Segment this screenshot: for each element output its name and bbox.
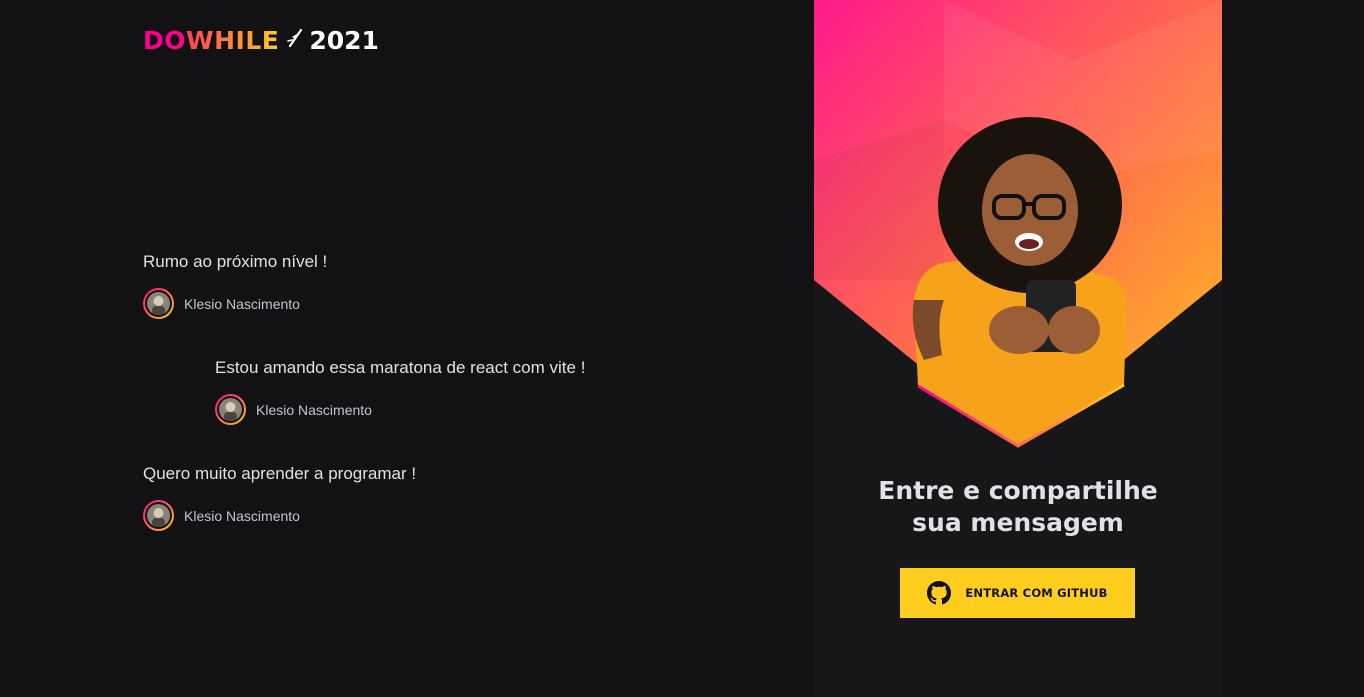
logo-year-text: 2021 [309,26,379,55]
message-content: Estou amando essa maratona de react com … [215,358,586,377]
github-button-label: ENTRAR COM GITHUB [965,586,1108,600]
user-name: Klesio Nascimento [184,507,300,524]
signin-github-button[interactable]: ENTRAR COM GITHUB [900,568,1135,618]
message-user: Klesio Nascimento [215,394,585,425]
hero-banner-image [814,0,1222,448]
signin-panel: Entre e compartilhe sua mensagem ENTRAR … [814,0,1222,697]
user-name: Klesio Nascimento [256,401,372,418]
user-avatar [215,394,246,425]
github-icon [927,581,952,605]
logo-while-text: WHILE [186,26,280,55]
message-list-section: DO WHILE 2021 Rumo ao próximo nível ! Kl… [0,0,814,697]
message-content: Rumo ao próximo nível ! [143,252,328,271]
message-user: Klesio Nascimento [143,288,327,319]
signin-title-line2: sua mensagem [912,508,1124,537]
message-item: Estou amando essa maratona de react com … [215,358,585,425]
user-name: Klesio Nascimento [184,295,300,312]
message-item: Rumo ao próximo nível ! Klesio Nasciment… [143,252,327,319]
avatar-image [219,398,242,421]
message-item: Quero muito aprender a programar ! Klesi… [143,464,416,531]
message-user: Klesio Nascimento [143,500,416,531]
signin-title: Entre e compartilhe sua mensagem [814,475,1222,539]
logo-do-text: DO [143,26,187,55]
user-avatar [143,288,174,319]
signin-title-line1: Entre e compartilhe [878,476,1158,505]
dowhile-logo: DO WHILE 2021 [143,28,379,54]
avatar-image [147,292,170,315]
lightning-spark-icon [287,28,303,54]
avatar-image [147,504,170,527]
user-avatar [143,500,174,531]
message-content: Quero muito aprender a programar ! [143,464,417,483]
page-margin [1222,0,1364,697]
